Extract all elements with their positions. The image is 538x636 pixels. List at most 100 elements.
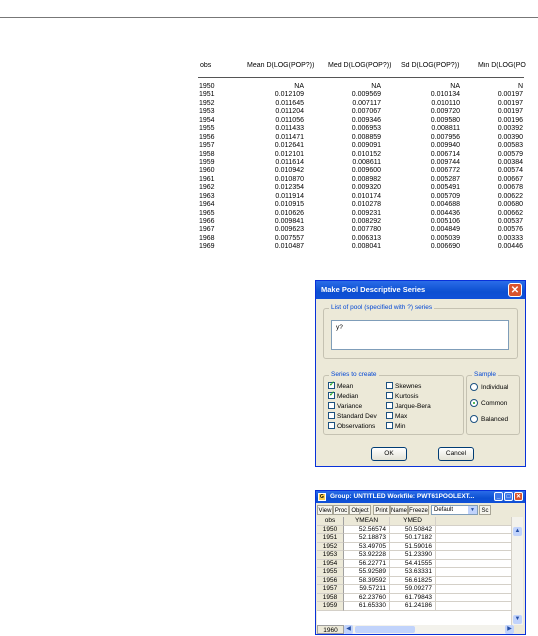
spreadsheet-cell[interactable]: 51.59016 [390, 542, 436, 551]
spreadsheet-cell[interactable] [436, 568, 513, 577]
spreadsheet-row[interactable]: 1953 53.92228 51.23390 [317, 551, 513, 560]
spreadsheet-cell[interactable] [436, 525, 513, 534]
checkbox-box[interactable] [386, 382, 393, 389]
spreadsheet-cell[interactable]: 59.57211 [344, 585, 390, 594]
checkbox-box[interactable] [386, 392, 393, 399]
spreadsheet-cell[interactable] [436, 576, 513, 585]
pool-list-group: List of pool (specified with ?) series y… [323, 304, 518, 359]
row-value-cell: 0.011056 [275, 116, 304, 124]
spreadsheet-cell[interactable]: 61.65330 [344, 602, 390, 611]
horizontal-scroll-thumb[interactable] [355, 626, 415, 633]
spreadsheet-cell[interactable] [436, 542, 513, 551]
spreadsheet-cell[interactable] [436, 559, 513, 568]
scroll-up-icon[interactable]: ▲ [513, 527, 522, 536]
scroll-right-icon[interactable]: ▶ [505, 625, 514, 634]
spreadsheet-cell[interactable]: 55.92589 [344, 568, 390, 577]
checkbox-box[interactable] [386, 402, 393, 409]
spreadsheet-cell[interactable]: 61.79843 [390, 593, 436, 602]
spreadsheet-cell[interactable]: 53.63331 [390, 568, 436, 577]
table-row: 1960 0.010942 0.009600 0.006772 0.00574 [197, 167, 527, 175]
ok-button[interactable]: OK [371, 447, 407, 461]
spreadsheet-row[interactable]: 1957 59.57211 59.09277 [317, 585, 513, 594]
spreadsheet-cell[interactable]: 51.23390 [390, 551, 436, 560]
row-value-cell: 0.009091 [351, 142, 381, 150]
checkbox-box[interactable] [328, 380, 335, 389]
toolbar-view-button[interactable]: View [317, 505, 333, 515]
scroll-down-icon[interactable]: ▼ [513, 615, 522, 624]
spreadsheet-cell[interactable]: 50.17182 [390, 534, 436, 543]
horizontal-scrollbar[interactable]: ◀ ▶ [344, 625, 514, 634]
checkbox-skewnes[interactable]: Skewnes [386, 382, 421, 391]
toolbar-print-button[interactable]: Print [373, 505, 390, 515]
spreadsheet-row[interactable]: 1954 56.22771 54.41555 [317, 559, 513, 568]
spreadsheet-cell[interactable] [436, 551, 513, 560]
spreadsheet-row[interactable]: 1956 58.39592 56.61825 [317, 576, 513, 585]
row-value-cell: 0.00197 [497, 99, 523, 107]
toolbar-sort-button[interactable]: Sc [479, 505, 491, 515]
row-value-cell: 0.009580 [430, 116, 460, 124]
row-value-cell: 0.011645 [275, 99, 304, 107]
chevron-down-icon[interactable]: ▼ [468, 506, 477, 514]
pool-series-listbox[interactable]: y? [331, 320, 509, 350]
spreadsheet-cell[interactable]: 58.39592 [344, 576, 390, 585]
radio-individual[interactable]: Individual [470, 383, 508, 393]
toolbar-proc-button[interactable]: Proc [333, 505, 349, 515]
spreadsheet-cell[interactable]: 59.09277 [390, 585, 436, 594]
spreadsheet-cell[interactable]: 53.92228 [344, 551, 390, 560]
radio-common[interactable]: Common [470, 399, 507, 409]
scroll-left-icon[interactable]: ◀ [344, 625, 353, 634]
spreadsheet-row[interactable]: 1955 55.92589 53.63331 [317, 568, 513, 577]
row-value-cell: N [517, 83, 523, 90]
checkbox-box[interactable] [386, 412, 393, 419]
checkbox-variance[interactable]: Variance [328, 402, 362, 411]
spreadsheet-row[interactable]: 1950 52.56574 50.50842 [317, 525, 513, 534]
spreadsheet-cell[interactable]: 52.56574 [344, 525, 390, 534]
spreadsheet-cell[interactable]: 53.49705 [344, 542, 390, 551]
checkbox-standard-dev[interactable]: Standard Dev [328, 412, 377, 421]
cancel-button[interactable]: Cancel [438, 447, 474, 461]
checkbox-box[interactable] [328, 412, 335, 419]
spreadsheet-cell[interactable] [436, 534, 513, 543]
checkbox-jarque-bera[interactable]: Jarque-Bera [386, 402, 431, 411]
spreadsheet-cell[interactable]: 50.50842 [390, 525, 436, 534]
spreadsheet-row[interactable]: 1952 53.49705 51.59016 [317, 542, 513, 551]
radio-balanced[interactable]: Balanced [470, 415, 508, 425]
checkbox-box[interactable] [328, 390, 335, 399]
radio-dot[interactable] [470, 399, 478, 407]
spreadsheet-cell[interactable]: 56.22771 [344, 559, 390, 568]
toolbar-freeze-button[interactable]: Freeze [408, 505, 429, 515]
checkbox-observations[interactable]: Observations [328, 422, 375, 431]
spreadsheet-cell[interactable]: 62.23760 [344, 593, 390, 602]
pool-stats-table: obs Mean D(LOG(POP?)) Med D(LOG(POP?)) S… [197, 62, 527, 253]
table-row: 1952 0.011645 0.007117 0.010110 0.00197 [197, 100, 527, 108]
close-icon[interactable]: ✕ [514, 492, 523, 501]
checkbox-min[interactable]: Min [386, 422, 405, 431]
vertical-scrollbar[interactable]: ▲ ▼ [511, 517, 523, 625]
spreadsheet-row[interactable]: 1958 62.23760 61.79843 [317, 593, 513, 602]
spreadsheet-cell[interactable]: 56.61825 [390, 576, 436, 585]
spreadsheet-cell[interactable]: 54.41555 [390, 559, 436, 568]
spreadsheet-cell[interactable]: 52.18873 [344, 534, 390, 543]
checkbox-box[interactable] [386, 422, 393, 429]
checkbox-box[interactable] [328, 402, 335, 409]
toolbar-object-button[interactable]: Object [349, 505, 371, 515]
spreadsheet-row[interactable]: 1951 52.18873 50.17182 [317, 534, 513, 543]
spreadsheet-cell[interactable]: 61.24186 [390, 602, 436, 611]
row-value-cell: 0.00579 [497, 150, 523, 158]
checkbox-box[interactable] [328, 422, 335, 429]
spreadsheet-cell[interactable] [436, 602, 513, 611]
dialog-close-button[interactable]: ✕ [508, 283, 522, 297]
radio-dot[interactable] [470, 415, 478, 423]
radio-dot[interactable] [470, 383, 478, 391]
spreadsheet-row[interactable]: 1959 61.65330 61.24186 [317, 602, 513, 611]
minimize-icon[interactable]: _ [494, 492, 503, 501]
toolbar-name-button[interactable]: Name [390, 505, 408, 515]
maximize-icon[interactable]: □ [504, 492, 513, 501]
checkbox-median[interactable]: Median [328, 390, 358, 401]
spreadsheet-cell[interactable] [436, 585, 513, 594]
display-mode-select[interactable]: Default ▼ [431, 505, 478, 515]
checkbox-kurtosis[interactable]: Kurtosis [386, 392, 418, 401]
spreadsheet-cell[interactable] [436, 593, 513, 602]
row-value-cell: 0.008611 [352, 158, 381, 166]
checkbox-max[interactable]: Max [386, 412, 407, 421]
